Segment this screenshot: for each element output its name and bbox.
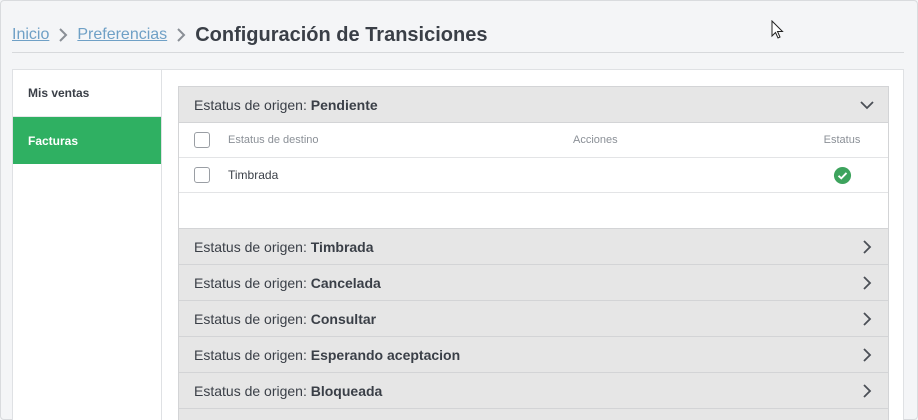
accordion-prefix: Estatus de origen: — [194, 310, 307, 327]
accordion-prefix: Estatus de origen: — [194, 382, 307, 399]
transition-table: Estatus de destino Acciones Estatus Timb… — [178, 123, 889, 229]
chevron-down-icon — [860, 100, 874, 109]
select-all-checkbox[interactable] — [194, 132, 210, 148]
chevron-right-icon — [863, 239, 872, 254]
accordion-header-pendiente[interactable]: Estatus de origen: Pendiente — [178, 86, 889, 123]
chevron-right-icon — [863, 383, 872, 398]
column-header-destino: Estatus de destino — [228, 134, 319, 146]
accordion-prefix: Estatus de origen: — [194, 96, 307, 113]
accordion-status-name: Pendiente — [310, 96, 378, 113]
breadcrumb-link-inicio[interactable]: Inicio — [12, 26, 49, 44]
chevron-right-icon — [863, 311, 872, 326]
accordion: Estatus de origen: Pendiente Estatus de … — [178, 86, 889, 420]
accordion-status-name: Consultar — [310, 310, 377, 327]
accordion-header-bloqueada[interactable]: Estatus de origen: Bloqueada — [178, 373, 889, 409]
table-row: Timbrada — [179, 158, 888, 193]
sidebar-item-facturas[interactable]: Facturas — [13, 117, 161, 164]
accordion-header-esperando-aceptacion[interactable]: Estatus de origen: Esperando aceptacion — [178, 337, 889, 373]
row-checkbox[interactable] — [194, 167, 210, 183]
column-header-acciones: Acciones — [573, 134, 618, 146]
table-header-row: Estatus de destino Acciones Estatus — [179, 123, 888, 158]
accordion-header-timbrada[interactable]: Estatus de origen: Timbrada — [178, 229, 889, 265]
mouse-pointer-icon — [771, 20, 784, 39]
accordion-status-name: Bloqueada — [310, 382, 383, 399]
accordion-status-name: Timbrada — [310, 238, 374, 255]
accordion-prefix: Estatus de origen: — [194, 274, 307, 291]
accordion-prefix: Estatus de origen: — [194, 346, 307, 363]
status-cell — [798, 166, 886, 185]
accordion-header-consultar[interactable]: Estatus de origen: Consultar — [178, 301, 889, 337]
chevron-right-icon — [54, 28, 72, 42]
main-panel: Mis ventas Facturas Estatus de origen: P… — [12, 69, 904, 420]
sidebar-item-mis-ventas[interactable]: Mis ventas — [13, 70, 161, 117]
breadcrumb-link-preferencias[interactable]: Preferencias — [77, 26, 167, 44]
accordion-prefix: Estatus de origen: — [194, 238, 307, 255]
sidebar: Mis ventas Facturas — [13, 70, 162, 420]
chevron-right-icon — [863, 275, 872, 290]
accordion-header-cancelada[interactable]: Estatus de origen: Cancelada — [178, 265, 889, 301]
chevron-right-icon — [172, 28, 190, 42]
page-title: Configuración de Transiciones — [195, 23, 488, 46]
accordion-status-name: Esperando aceptacion — [310, 346, 461, 363]
accordion-header-next[interactable] — [178, 409, 889, 420]
check-circle-icon — [833, 166, 851, 184]
row-destino: Timbrada — [228, 168, 279, 182]
column-header-estatus: Estatus — [823, 134, 861, 146]
accordion-status-name: Cancelada — [310, 274, 381, 291]
chevron-right-icon — [863, 347, 872, 362]
